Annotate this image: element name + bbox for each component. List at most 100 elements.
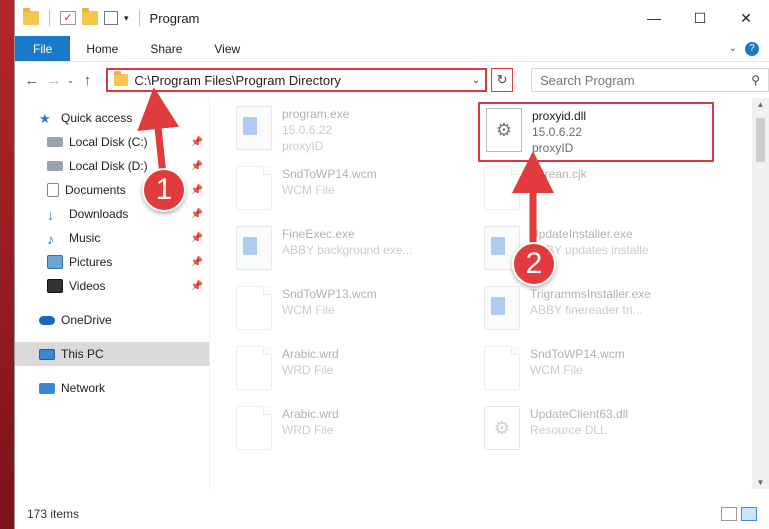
nav-onedrive[interactable]: OneDrive xyxy=(15,308,209,332)
ribbon-right: ⌄ ? xyxy=(729,36,769,61)
file-detail: WCM File xyxy=(282,303,335,317)
nav-videos[interactable]: Videos 📌 xyxy=(15,274,209,298)
exe-icon xyxy=(236,226,272,270)
forward-arrow-icon[interactable]: → xyxy=(43,72,65,89)
doc-icon xyxy=(484,166,520,210)
nav-downloads[interactable]: ↓ Downloads 📌 xyxy=(15,202,209,226)
ribbon-tabs: File Home Share View ⌄ ? xyxy=(15,36,769,62)
recent-dropdown-icon[interactable]: ⌄ xyxy=(65,75,77,86)
address-bar[interactable]: C:\Program Files\Program Directory ⌄ xyxy=(106,68,488,92)
maximize-button[interactable]: ☐ xyxy=(677,0,723,36)
pin-icon[interactable]: 📌 xyxy=(191,233,203,244)
nav-label: Local Disk (D:) xyxy=(69,159,148,173)
file-item[interactable]: Korean.cjk xyxy=(478,162,714,222)
file-item[interactable]: program.exe 15.0.6.22 proxyID xyxy=(230,102,466,162)
file-name: SndToWP13.wcm xyxy=(282,287,377,301)
address-path: C:\Program Files\Program Directory xyxy=(134,72,341,88)
address-dropdown-icon[interactable]: ⌄ xyxy=(467,75,485,86)
nav-label: Music xyxy=(69,231,101,245)
tab-file[interactable]: File xyxy=(15,36,71,61)
file-name: program.exe xyxy=(282,107,350,121)
new-folder-icon[interactable] xyxy=(82,8,98,25)
properties-check-icon[interactable]: ✓ xyxy=(60,11,76,25)
doc-icon xyxy=(236,166,272,210)
pin-icon[interactable]: 📌 xyxy=(191,281,203,292)
file-item[interactable]: Arabic.wrd WRD File xyxy=(230,402,466,462)
nav-pictures[interactable]: Pictures 📌 xyxy=(15,250,209,274)
scroll-up-icon[interactable]: ▲ xyxy=(752,100,769,109)
file-item[interactable]: ⚙ proxyid.dll 15.0.6.22 proxyID xyxy=(478,102,714,162)
qat-dropdown-icon[interactable]: ▾ xyxy=(124,13,129,24)
callout-1: 1 xyxy=(142,168,186,212)
file-detail: proxyID xyxy=(282,139,324,153)
file-text: Arabic.wrd WRD File xyxy=(282,406,339,438)
nav-music[interactable]: ♪ Music 📌 xyxy=(15,226,209,250)
file-text: TrigrammsInstaller.exe ABBY finereader tr… xyxy=(530,286,651,318)
file-name: SndToWP14.wcm xyxy=(282,167,377,181)
file-detail: ABBY finereader tri... xyxy=(530,303,643,317)
file-text: SndToWP13.wcm WCM File xyxy=(282,286,377,318)
gear-icon: ⚙ xyxy=(484,406,520,450)
tiles-view-icon[interactable] xyxy=(741,507,757,521)
tab-share[interactable]: Share xyxy=(134,36,198,61)
explorer-window: ✓ ▾ Program — ☐ ✕ File Home Share View ⌄… xyxy=(14,0,769,529)
downloads-icon: ↓ xyxy=(47,207,54,223)
file-name: Arabic.wrd xyxy=(282,347,339,361)
nav-quick-access[interactable]: ★ Quick access xyxy=(15,106,209,130)
pin-icon[interactable]: 📌 xyxy=(191,161,203,172)
help-icon[interactable]: ? xyxy=(745,41,759,56)
search-box[interactable]: Search Program ⚲ xyxy=(530,68,769,92)
window-controls: — ☐ ✕ xyxy=(631,0,769,36)
minimize-button[interactable]: — xyxy=(631,0,677,36)
scroll-down-icon[interactable]: ▼ xyxy=(752,478,769,487)
close-button[interactable]: ✕ xyxy=(723,0,769,36)
pin-icon[interactable]: 📌 xyxy=(191,209,203,220)
file-detail: WRD File xyxy=(282,363,334,377)
pin-icon[interactable]: 📌 xyxy=(191,257,203,268)
file-item[interactable]: Arabic.wrd WRD File xyxy=(230,342,466,402)
customize-icon[interactable] xyxy=(104,11,118,25)
separator xyxy=(49,10,50,26)
file-detail: proxyID xyxy=(532,141,574,155)
pin-icon[interactable]: 📌 xyxy=(191,185,203,196)
file-item[interactable]: SndToWP14.wcm WCM File xyxy=(230,162,466,222)
nav-network[interactable]: Network xyxy=(15,376,209,400)
nav-label: Pictures xyxy=(69,255,113,269)
file-item[interactable]: ⚙ UpdateClient63.dll Resource DLL xyxy=(478,402,714,462)
up-arrow-icon[interactable]: ↑ xyxy=(77,72,99,89)
search-placeholder: Search Program xyxy=(539,72,635,88)
vertical-scrollbar[interactable]: ▲ ▼ xyxy=(752,98,769,489)
nav-local-disk-c[interactable]: Local Disk (C:) 📌 xyxy=(15,130,209,154)
file-item[interactable]: FineExec.exe ABBY background exe... xyxy=(230,222,466,282)
tab-home[interactable]: Home xyxy=(70,36,134,61)
doc-icon xyxy=(236,286,272,330)
back-arrow-icon[interactable]: ← xyxy=(21,72,43,89)
file-item[interactable]: SndToWP14.wcm WCM File xyxy=(478,342,714,402)
file-text: FineExec.exe ABBY background exe... xyxy=(282,226,413,258)
cloud-icon xyxy=(39,315,55,325)
nav-label: Network xyxy=(61,381,106,395)
folder-icon xyxy=(23,8,39,25)
file-name: TrigrammsInstaller.exe xyxy=(530,287,651,301)
expand-ribbon-icon[interactable]: ⌄ xyxy=(729,43,737,54)
doc-icon xyxy=(236,406,272,450)
file-item[interactable]: TrigrammsInstaller.exe ABBY finereader tr… xyxy=(478,282,714,342)
details-view-icon[interactable] xyxy=(721,507,737,521)
folder-icon xyxy=(114,71,129,86)
pictures-icon xyxy=(47,255,63,269)
refresh-button[interactable]: ↻ xyxy=(491,68,513,92)
separator xyxy=(138,10,140,26)
doc-icon xyxy=(236,346,272,390)
tab-view[interactable]: View xyxy=(198,36,256,61)
nav-label: Documents xyxy=(65,183,126,197)
window-title: Program xyxy=(149,10,200,26)
disk-icon xyxy=(47,137,63,147)
search-icon: ⚲ xyxy=(751,73,760,87)
nav-this-pc[interactable]: This PC xyxy=(15,342,209,366)
pin-icon[interactable]: 📌 xyxy=(191,137,203,148)
scroll-thumb[interactable] xyxy=(756,118,765,162)
file-item[interactable]: SndToWP13.wcm WCM File xyxy=(230,282,466,342)
music-icon: ♪ xyxy=(47,231,54,247)
file-name: FineExec.exe xyxy=(282,227,355,241)
file-name: proxyid.dll xyxy=(532,109,587,123)
